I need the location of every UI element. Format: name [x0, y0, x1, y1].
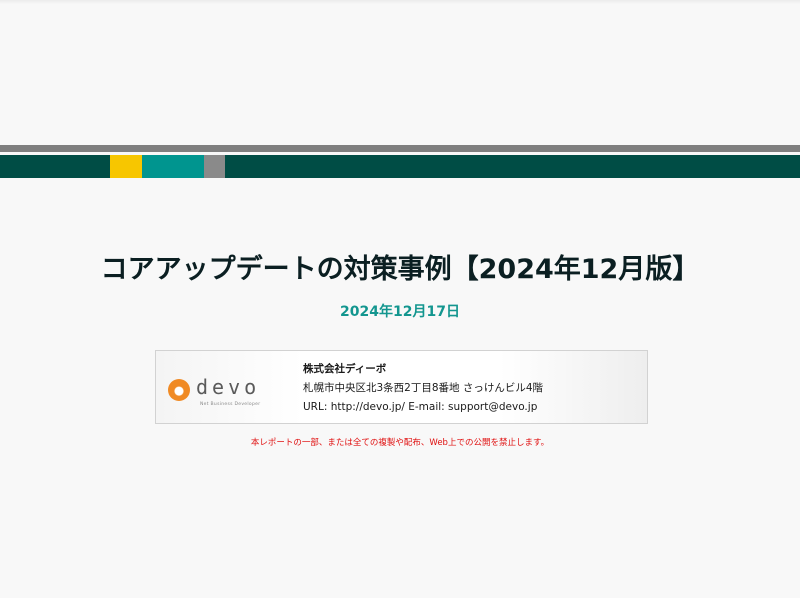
devo-logo-text: devo	[196, 375, 261, 399]
header-gray-line	[0, 145, 800, 152]
company-name: 株式会社ディーボ	[303, 363, 387, 375]
devo-logo-mark-icon	[168, 379, 190, 401]
document-date: 2024年12月17日	[340, 304, 460, 320]
copyright-notice: 本レポートの一部、または全ての複製や配布、Web上での公開を禁止します。	[250, 438, 550, 448]
company-info: 株式会社ディーボ 札幌市中央区北3条西2丁目8番地 さっけんビル4階 URL: …	[303, 360, 543, 417]
company-contact: URL: http://devo.jp/ E-mail: support@dev…	[303, 401, 538, 413]
band-segment-teal	[142, 155, 204, 178]
header-color-band	[0, 155, 800, 178]
top-edge	[0, 0, 800, 4]
company-address: 札幌市中央区北3条西2丁目8番地 さっけんビル4階	[303, 382, 544, 394]
band-segment-gray	[204, 155, 225, 178]
document-title: コアアップデートの対策事例【2024年12月版】	[100, 254, 700, 285]
devo-logo: devo Net Business Developer	[168, 375, 268, 413]
band-segment-yellow	[110, 155, 142, 178]
company-card: devo Net Business Developer 株式会社ディーボ 札幌市…	[155, 350, 648, 424]
devo-logo-tagline: Net Business Developer	[200, 402, 261, 407]
